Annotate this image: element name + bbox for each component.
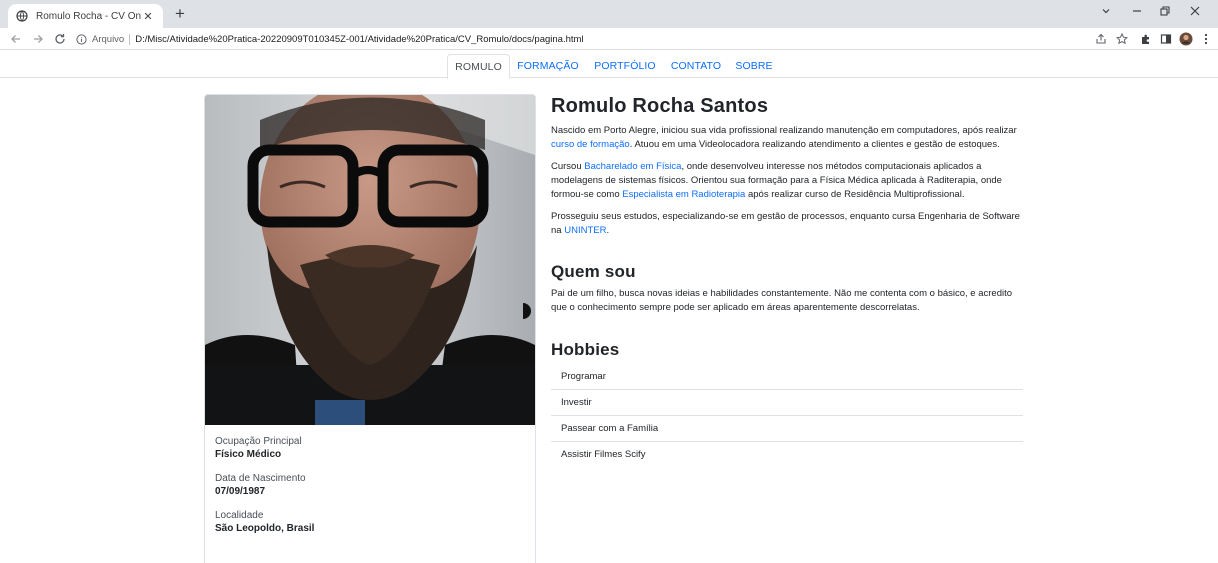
globe-icon xyxy=(16,10,28,22)
page-title: Romulo Rocha Santos xyxy=(551,95,769,117)
forward-arrow-icon[interactable] xyxy=(30,30,46,48)
site-nav: ROMULO FORMAÇÃO PORTFÓLIO CONTATO SOBRE xyxy=(0,54,1218,79)
field-value: Físico Médico xyxy=(215,449,282,460)
new-tab-button[interactable]: + xyxy=(170,4,190,24)
field-occupation: Ocupação Principal Físico Médico xyxy=(215,435,525,461)
bio-text: Prosseguiu seus estudos, especializando-… xyxy=(551,211,1020,236)
url-text[interactable]: D:/Misc/Atividade%20Pratica-20220909T010… xyxy=(135,34,583,45)
field-label: Ocupação Principal xyxy=(215,436,302,447)
browser-tab[interactable]: Romulo Rocha - CV Online ✕ xyxy=(8,4,163,28)
field-label: Data de Nascimento xyxy=(215,473,306,484)
security-label: Arquivo xyxy=(92,33,125,45)
list-item: Programar xyxy=(551,364,1023,390)
bio-text: Cursou xyxy=(551,161,585,172)
tab-close-icon[interactable]: ✕ xyxy=(141,10,155,23)
field-label: Localidade xyxy=(215,510,264,521)
bio-text: . Atuou em uma Videolocadora realizando … xyxy=(629,139,1000,150)
link-bacharelado-fisica[interactable]: Bacharelado em Física xyxy=(584,161,681,172)
profile-avatar-icon[interactable] xyxy=(1178,31,1194,47)
nav-tab-contato[interactable]: CONTATO xyxy=(666,54,726,78)
link-especialista-radioterapia[interactable]: Especialista em Radioterapia xyxy=(622,189,745,200)
bio-paragraph-1: Nascido em Porto Alegre, iniciou sua vid… xyxy=(551,124,1023,152)
bio-text: . xyxy=(606,225,610,236)
link-uninter[interactable]: UNINTER xyxy=(564,225,606,236)
profile-card: Ocupação Principal Físico Médico Data de… xyxy=(204,94,536,563)
list-item: Assistir Filmes Scify xyxy=(561,449,646,460)
nav-tab-portfolio[interactable]: PORTFÓLIO xyxy=(590,54,660,78)
field-value: São Leopoldo, Brasil xyxy=(215,523,315,534)
profile-photo xyxy=(205,95,535,425)
nav-tab-sobre[interactable]: SOBRE xyxy=(732,54,776,78)
field-birthdate: Data de Nascimento 07/09/1987 xyxy=(215,472,525,498)
address-bar[interactable]: Arquivo D:/Misc/Atividade%20Pratica-2022… xyxy=(76,30,1086,48)
profile-details: Ocupação Principal Físico Médico Data de… xyxy=(215,435,525,546)
quem-sou-text: Pai de um filho, busca novas ideias e ha… xyxy=(551,288,1013,313)
close-window-icon[interactable] xyxy=(1186,6,1204,19)
back-arrow-icon[interactable] xyxy=(8,30,24,48)
restore-icon[interactable] xyxy=(1156,6,1174,19)
nav-tab-romulo[interactable]: ROMULO xyxy=(447,54,510,79)
bio-paragraph-3: Prosseguiu seus estudos, especializando-… xyxy=(551,210,1023,238)
bio-paragraph-2: Cursou Bacharelado em Física, onde desen… xyxy=(551,160,1023,202)
tab-search-icon[interactable] xyxy=(1097,6,1115,19)
section-title-hobbies: Hobbies xyxy=(551,340,620,359)
field-location: Localidade São Leopoldo, Brasil xyxy=(215,509,525,535)
share-icon[interactable] xyxy=(1093,31,1109,47)
main-content: Romulo Rocha Santos Nascido em Porto Ale… xyxy=(551,94,1023,468)
tab-title: Romulo Rocha - CV Online xyxy=(36,10,141,22)
hobbies-list: Programar Investir Passear com a Família… xyxy=(551,364,1023,468)
extensions-puzzle-icon[interactable] xyxy=(1138,31,1154,47)
address-separator xyxy=(129,33,131,45)
reload-icon[interactable] xyxy=(52,30,68,48)
list-item: Passear com a Família xyxy=(551,416,1023,442)
side-panel-icon[interactable] xyxy=(1158,31,1174,47)
nav-tab-formacao[interactable]: FORMAÇÃO xyxy=(512,54,584,78)
info-icon[interactable] xyxy=(76,33,87,45)
bookmark-star-icon[interactable] xyxy=(1114,31,1130,47)
bio-text: Nascido em Porto Alegre, iniciou sua vid… xyxy=(551,125,1017,136)
browser-tabstrip: Romulo Rocha - CV Online ✕ + xyxy=(0,0,1218,28)
section-title-quem-sou: Quem sou xyxy=(551,262,636,281)
browser-toolbar: Arquivo D:/Misc/Atividade%20Pratica-2022… xyxy=(0,28,1218,50)
link-curso-formacao[interactable]: curso de formação xyxy=(551,139,630,150)
list-item: Investir xyxy=(551,390,1023,416)
field-value: 07/09/1987 xyxy=(215,486,266,497)
bio-text: após realizar curso de Residência Multip… xyxy=(745,189,965,200)
menu-kebab-icon[interactable] xyxy=(1198,31,1214,47)
minimize-icon[interactable] xyxy=(1128,6,1146,19)
